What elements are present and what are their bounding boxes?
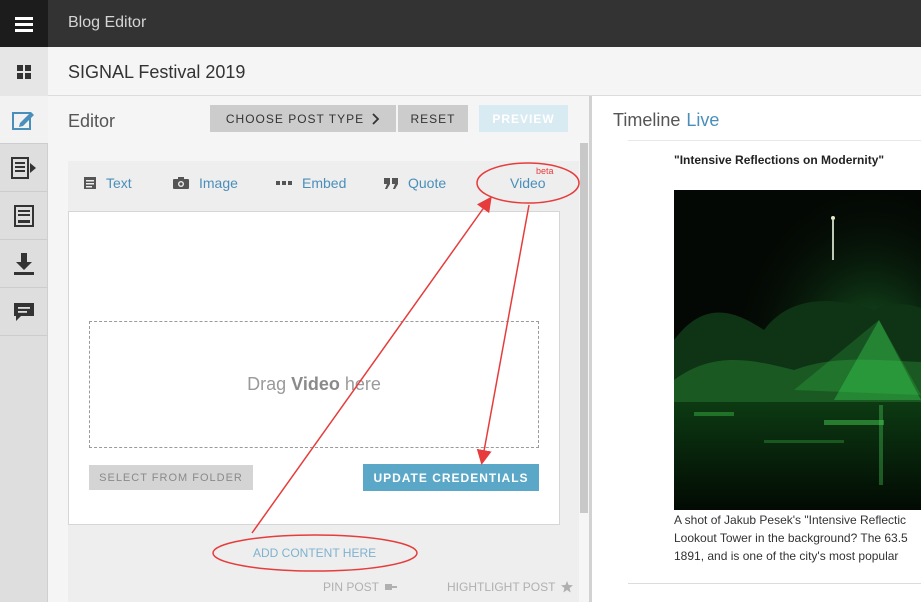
timeline-bottom-divider: [628, 583, 921, 584]
chevron-right-icon: [372, 112, 380, 125]
timeline-heading: Timeline Live: [613, 110, 719, 131]
tab-label: Video: [510, 175, 546, 191]
editor-title: Editor: [68, 111, 116, 131]
dropzone-text-suffix: here: [344, 374, 381, 394]
left-rail: [0, 96, 48, 602]
embed-icon: [276, 181, 292, 185]
post-type-tabs: Text Image Embed Quote Video: [68, 161, 579, 203]
post-image: [674, 190, 921, 510]
app-title: Blog Editor: [68, 14, 147, 31]
choose-post-type-label: CHOOSE POST TYPE: [225, 111, 365, 126]
top-bar: Blog Editor: [0, 0, 921, 47]
timeline-title: Timeline: [613, 110, 681, 130]
column-divider: [589, 96, 592, 602]
edit-icon[interactable]: [0, 96, 48, 144]
publish-icon[interactable]: [0, 144, 48, 192]
editor-panel: Text Image Embed Quote Video Drag Video: [68, 161, 579, 602]
reset-button[interactable]: RESET: [398, 105, 468, 132]
post-caption: A shot of Jakub Pesek's "Intensive Refle…: [674, 511, 921, 565]
archive-icon[interactable]: [0, 192, 48, 240]
pin-post-toggle[interactable]: PIN POST: [323, 580, 398, 594]
caption-line: A shot of Jakub Pesek's "Intensive Refle…: [674, 513, 907, 527]
camera-icon: [173, 177, 189, 189]
tab-video[interactable]: Video: [510, 174, 546, 192]
tab-text[interactable]: Text: [84, 174, 132, 192]
update-credentials-button[interactable]: UPDATE CREDENTIALS: [363, 464, 539, 491]
tab-label: Quote: [408, 175, 447, 191]
caption-line: Lookout Tower in the background? The 63.…: [674, 531, 908, 545]
dropzone-text-prefix: Drag: [247, 374, 287, 394]
download-icon[interactable]: [0, 240, 48, 288]
pin-icon: [385, 584, 398, 590]
tab-quote[interactable]: Quote: [384, 174, 446, 192]
tab-label: Image: [199, 175, 238, 191]
tab-label: Text: [106, 175, 132, 191]
blog-title: SIGNAL Festival 2019: [68, 62, 246, 82]
text-icon: [84, 177, 96, 189]
tab-embed[interactable]: Embed: [276, 174, 346, 192]
choose-post-type-button[interactable]: CHOOSE POST TYPE: [210, 105, 396, 132]
timeline-live-tab[interactable]: Live: [686, 110, 719, 130]
preview-button[interactable]: PREVIEW: [479, 105, 568, 132]
tab-image[interactable]: Image: [173, 174, 238, 192]
editor-scrollbar[interactable]: [580, 143, 588, 513]
menu-icon[interactable]: [0, 0, 48, 47]
pin-post-label: PIN POST: [323, 580, 380, 594]
comments-icon[interactable]: [0, 288, 48, 336]
quote-icon: [384, 177, 398, 189]
video-content-card: Drag Video here SELECT FROM FOLDER UPDAT…: [68, 211, 560, 525]
video-dropzone[interactable]: Drag Video here: [89, 321, 539, 448]
blog-bar: SIGNAL Festival 2019: [0, 47, 921, 96]
beta-badge: beta: [536, 166, 554, 176]
highlight-post-label: HIGHTLIGHT POST: [447, 580, 556, 594]
star-icon: [561, 581, 574, 593]
dropzone-text-bold: Video: [291, 374, 340, 394]
select-from-folder-button[interactable]: SELECT FROM FOLDER: [89, 465, 253, 490]
add-content-link[interactable]: ADD CONTENT HERE: [253, 546, 376, 560]
timeline-divider: [628, 140, 921, 141]
caption-line: 1891, and is one of the city's most popu…: [674, 549, 899, 563]
dashboard-icon[interactable]: [0, 47, 48, 96]
post-title: "Intensive Reflections on Modernity": [674, 153, 885, 167]
highlight-post-toggle[interactable]: HIGHTLIGHT POST: [447, 580, 574, 594]
editor-column: Editor CHOOSE POST TYPE RESET PREVIEW Te…: [48, 96, 590, 602]
tab-label: Embed: [302, 175, 347, 191]
